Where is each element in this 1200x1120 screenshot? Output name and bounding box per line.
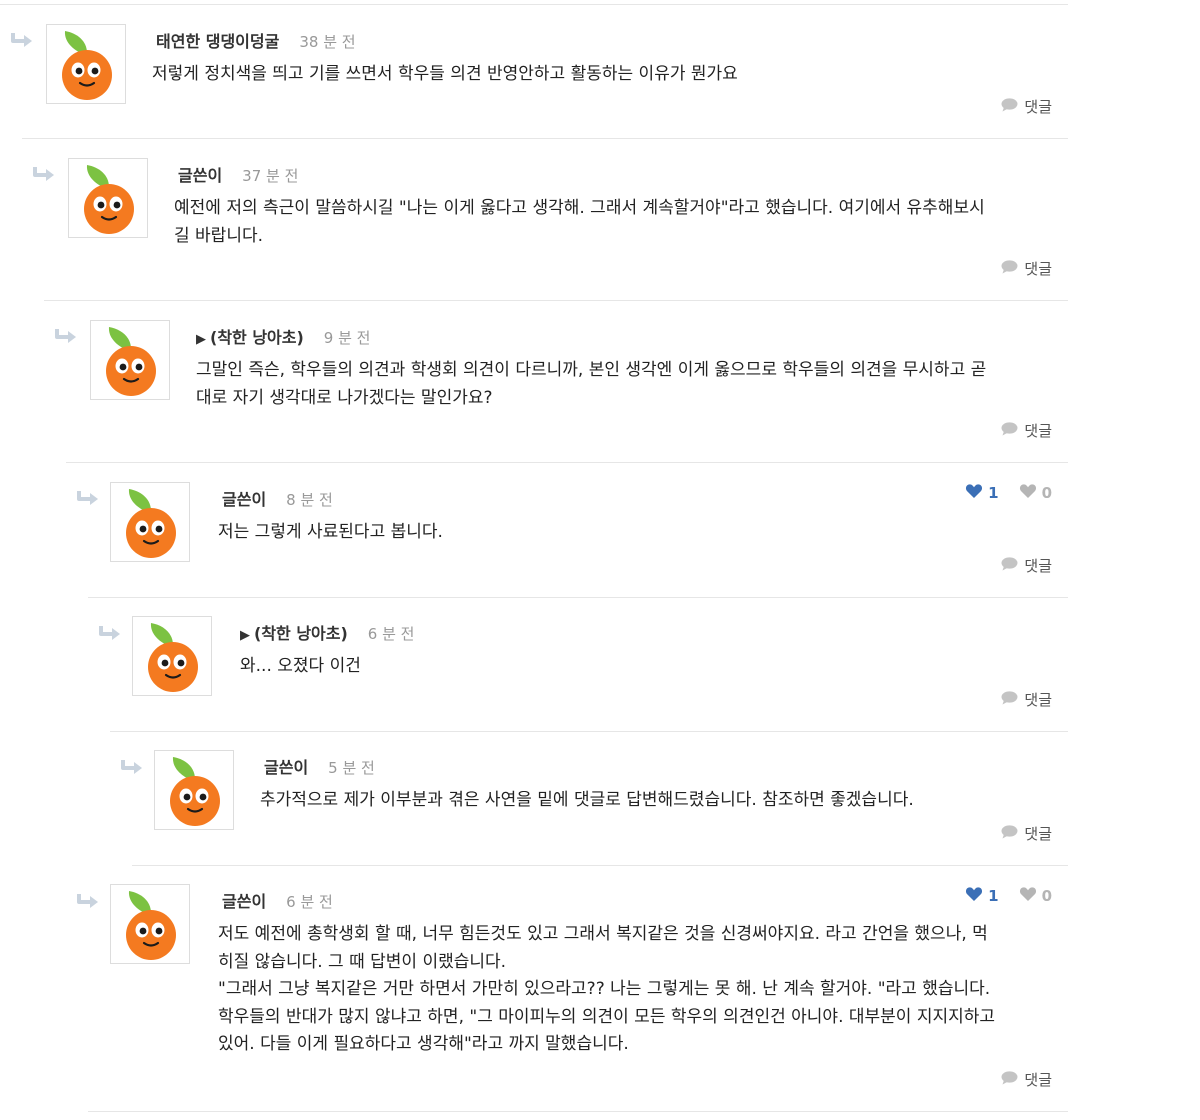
reply-label: 댓글 — [1024, 422, 1052, 440]
author-label: 태연한 댕댕이덩굴 — [156, 32, 280, 51]
comment: 태연한 댕댕이덩굴 38 분 전 저렇게 정치색을 띄고 기를 쓰면서 학우들 … — [11, 4, 1068, 139]
speech-bubble-icon — [1001, 97, 1024, 116]
comment-time: 9 분 전 — [323, 329, 371, 347]
author-label: (착한 낭아초) — [254, 624, 348, 643]
reply-arrow-icon — [32, 165, 56, 183]
dislike-button[interactable]: 0 — [1019, 483, 1052, 503]
like-count: 1 — [988, 484, 999, 502]
comment-meta: 글쓴이 8 분 전 — [218, 486, 333, 510]
vote-controls: 1 0 — [965, 483, 1052, 503]
reply-label: 댓글 — [1024, 825, 1052, 843]
avatar[interactable] — [68, 158, 148, 238]
comment-body: 추가적으로 제가 이부분과 겪은 사연을 밑에 댓글로 답변해드렸습니다. 참조… — [260, 790, 914, 810]
heart-outline-icon — [1019, 483, 1042, 503]
comment-time: 6 분 전 — [286, 893, 333, 911]
reply-label: 댓글 — [1024, 691, 1052, 709]
comment-meta: ▶ (착한 낭아초) 9 분 전 — [196, 324, 370, 348]
divider — [88, 1111, 1068, 1112]
heart-icon — [965, 886, 988, 906]
author-prefix: ▶ — [240, 628, 250, 643]
author-name[interactable]: 태연한 댕댕이덩굴 — [152, 28, 279, 52]
like-count: 1 — [988, 887, 999, 905]
comment-time: 5 분 전 — [328, 759, 375, 777]
speech-bubble-icon — [1001, 1070, 1024, 1089]
comment-meta: 글쓴이 37 분 전 — [174, 162, 298, 186]
reply-arrow-icon — [54, 327, 78, 345]
reply-button[interactable]: 댓글 — [1001, 689, 1052, 710]
author-name[interactable]: ▶ (착한 낭아초) — [240, 620, 348, 644]
reply-arrow-icon — [76, 892, 100, 910]
comment-meta: 글쓴이 5 분 전 — [260, 754, 375, 778]
reply-label: 댓글 — [1024, 260, 1052, 278]
speech-bubble-icon — [1001, 690, 1024, 709]
vote-controls: 1 0 — [965, 886, 1052, 906]
author-name[interactable]: 글쓴이 — [218, 888, 266, 912]
comment-time: 6 분 전 — [367, 625, 415, 643]
author-prefix: ▶ — [196, 332, 206, 347]
reply-label: 댓글 — [1024, 1071, 1052, 1089]
comment-body: 저도 예전에 총학생회 할 때, 너무 힘든것도 있고 그래서 복지같은 것을 … — [218, 924, 996, 1054]
author-name[interactable]: 글쓴이 — [260, 754, 308, 778]
comment: 글쓴이 37 분 전 예전에 저의 측근이 말씀하시길 "나는 이게 옳다고 생… — [33, 139, 1068, 301]
avatar[interactable] — [46, 24, 126, 104]
comment-time: 8 분 전 — [286, 491, 333, 509]
reply-button[interactable]: 댓글 — [1001, 1069, 1052, 1090]
comment-thread: 태연한 댕댕이덩굴 38 분 전 저렇게 정치색을 띄고 기를 쓰면서 학우들 … — [0, 0, 1200, 1120]
comment-meta: ▶ (착한 낭아초) 6 분 전 — [240, 620, 414, 644]
reply-label: 댓글 — [1024, 98, 1052, 116]
speech-bubble-icon — [1001, 259, 1024, 278]
avatar[interactable] — [110, 482, 190, 562]
reply-label: 댓글 — [1024, 557, 1052, 575]
heart-outline-icon — [1019, 886, 1042, 906]
comment-meta: 글쓴이 6 분 전 — [218, 888, 333, 912]
reply-arrow-icon — [98, 624, 122, 642]
dislike-button[interactable]: 0 — [1019, 886, 1052, 906]
comment-body: 예전에 저의 측근이 말씀하시길 "나는 이게 옳다고 생각해. 그래서 계속할… — [174, 198, 985, 246]
speech-bubble-icon — [1001, 421, 1024, 440]
dislike-count: 0 — [1041, 484, 1052, 502]
like-button[interactable]: 1 — [965, 886, 999, 906]
comment-body: 저는 그렇게 사료된다고 봅니다. — [218, 522, 443, 542]
heart-icon — [965, 483, 988, 503]
comment-body: 와... 오졌다 이건 — [240, 656, 361, 676]
author-label: (착한 낭아초) — [210, 328, 304, 347]
author-name[interactable]: ▶ (착한 낭아초) — [196, 324, 304, 348]
avatar[interactable] — [110, 884, 190, 964]
comment-meta: 태연한 댕댕이덩굴 38 분 전 — [152, 28, 356, 52]
reply-button[interactable]: 댓글 — [1001, 555, 1052, 576]
author-label: 글쓴이 — [264, 758, 309, 777]
comment: ▶ (착한 낭아초) 6 분 전 와... 오졌다 이건 댓글 — [99, 598, 1068, 732]
reply-button[interactable]: 댓글 — [1001, 420, 1052, 441]
reply-arrow-icon — [10, 31, 34, 49]
comment: 글쓴이 8 분 전 1 0 저는 그렇게 사료된다고 봅니다. 댓글 — [77, 463, 1068, 598]
reply-arrow-icon — [76, 489, 100, 507]
like-button[interactable]: 1 — [965, 483, 999, 503]
author-label: 글쓴이 — [222, 892, 267, 911]
comment-body: 저렇게 정치색을 띄고 기를 쓰면서 학우들 의견 반영안하고 활동하는 이유가… — [152, 64, 738, 84]
reply-button[interactable]: 댓글 — [1001, 258, 1052, 279]
comment-time: 37 분 전 — [242, 167, 299, 185]
reply-button[interactable]: 댓글 — [1001, 96, 1052, 117]
comment: 글쓴이 5 분 전 추가적으로 제가 이부분과 겪은 사연을 밑에 댓글로 답변… — [121, 732, 1068, 866]
reply-arrow-icon — [120, 758, 144, 776]
author-label: 글쓴이 — [222, 490, 267, 509]
comment: 글쓴이 6 분 전 1 0 저도 예전에 총학생회 할 때, 너무 힘든것도 있… — [77, 866, 1068, 1112]
avatar[interactable] — [132, 616, 212, 696]
speech-bubble-icon — [1001, 824, 1024, 843]
author-name[interactable]: 글쓴이 — [174, 162, 222, 186]
avatar[interactable] — [154, 750, 234, 830]
comment: ▶ (착한 낭아초) 9 분 전 그말인 즉슨, 학우들의 의견과 학생회 의견이… — [55, 301, 1068, 463]
reply-button[interactable]: 댓글 — [1001, 823, 1052, 844]
speech-bubble-icon — [1001, 556, 1024, 575]
dislike-count: 0 — [1041, 887, 1052, 905]
avatar[interactable] — [90, 320, 170, 400]
author-label: 글쓴이 — [178, 166, 223, 185]
author-name[interactable]: 글쓴이 — [218, 486, 266, 510]
comment-body: 그말인 즉슨, 학우들의 의견과 학생회 의견이 다르니까, 본인 생각엔 이게… — [196, 360, 987, 408]
comment-time: 38 분 전 — [299, 33, 356, 51]
